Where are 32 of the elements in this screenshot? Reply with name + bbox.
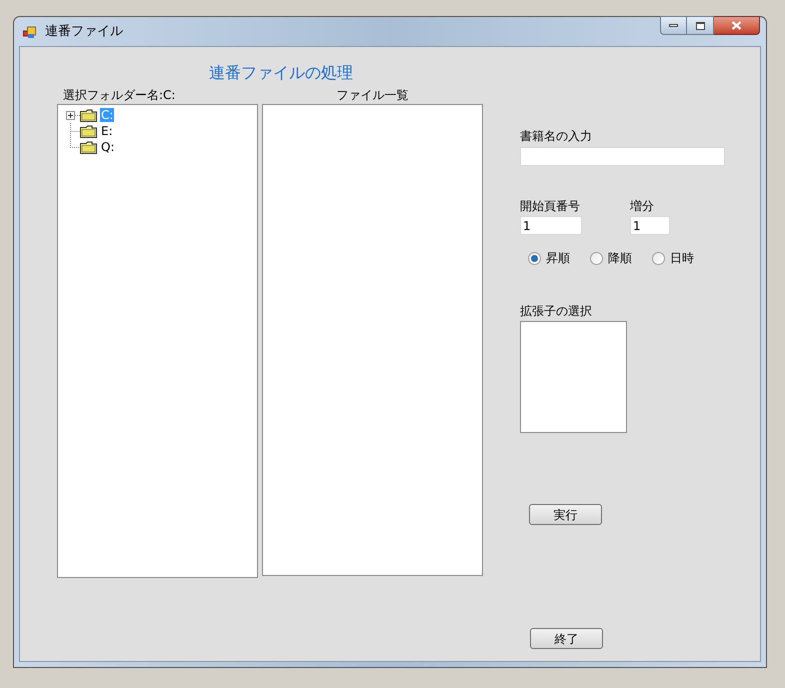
minimize-button[interactable] bbox=[660, 16, 687, 35]
folder-icon bbox=[80, 124, 97, 138]
form-heading: 連番ファイルの処理 bbox=[209, 63, 354, 83]
increment-label: 増分 bbox=[630, 198, 655, 215]
folder-label: 選択フォルダー名:C: bbox=[63, 87, 176, 103]
radio-button[interactable] bbox=[528, 252, 541, 264]
radio-label: 降順 bbox=[608, 250, 632, 267]
expand-toggle[interactable] bbox=[66, 110, 75, 120]
book-name-field[interactable] bbox=[520, 147, 725, 166]
window-title: 連番ファイル bbox=[45, 22, 123, 41]
start-page-label: 開始頁番号 bbox=[520, 198, 581, 215]
folder-icon bbox=[80, 108, 97, 122]
radio-label: 昇順 bbox=[546, 250, 570, 267]
exit-button[interactable]: 終了 bbox=[530, 628, 603, 649]
increment-field[interactable]: 1 bbox=[630, 216, 670, 235]
start-page-field[interactable]: 1 bbox=[520, 216, 582, 235]
radio-button[interactable] bbox=[590, 252, 603, 264]
radio-label: 日時 bbox=[670, 250, 694, 267]
app-icon bbox=[23, 24, 37, 38]
maximize-button[interactable] bbox=[687, 16, 714, 35]
folder-icon bbox=[80, 140, 97, 154]
radio-button[interactable] bbox=[652, 252, 665, 264]
close-icon bbox=[731, 21, 742, 30]
folder-tree[interactable]: C: E: Q: bbox=[57, 104, 258, 578]
book-name-label: 書籍名の入力 bbox=[520, 128, 593, 145]
tree-item[interactable]: Q: bbox=[100, 140, 116, 154]
extension-list[interactable] bbox=[520, 321, 627, 433]
close-button[interactable] bbox=[714, 16, 760, 35]
extension-label: 拡張子の選択 bbox=[520, 303, 593, 320]
tree-item[interactable]: E: bbox=[100, 124, 114, 138]
file-list-label: ファイル一覧 bbox=[336, 87, 410, 103]
run-button[interactable]: 実行 bbox=[529, 504, 602, 525]
